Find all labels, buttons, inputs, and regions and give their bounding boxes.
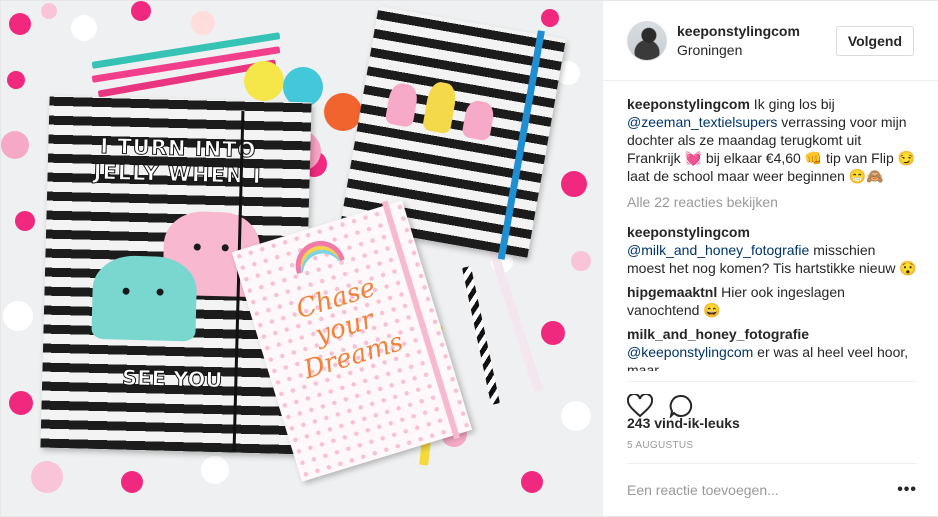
confetti [71,15,97,41]
confetti [561,401,591,431]
confetti [7,71,25,89]
post-header: keeponstylingcom Groningen Volgend [603,1,938,81]
notebook-strap [497,30,545,260]
confetti [541,9,559,27]
eraser [244,61,284,101]
comments-list[interactable]: keeponstylingcom Ik ging los bij @zeeman… [627,95,917,371]
cactus-pot [421,80,459,135]
pencil [462,266,500,405]
confetti [9,391,33,415]
cactus-pot [384,81,420,128]
post-photo[interactable]: I TURN INTO JELLY WHEN I SEE YOU Chase y… [1,1,602,516]
post-author: keeponstylingcom Groningen [677,23,836,58]
confetti [41,3,57,19]
comment-username[interactable]: hipgemaaktnl [627,284,717,300]
confetti [3,301,33,331]
confetti [9,13,31,35]
avatar[interactable] [627,20,667,61]
comment: milk_and_honey_fotografie @keeponstyling… [627,326,909,371]
comment-mention[interactable]: @milk_and_honey_fotografie [627,242,809,258]
notebook-footer: SEE YOU [121,365,223,393]
cactus-group [384,54,515,144]
confetti [571,251,591,271]
caption-mention[interactable]: @zeeman_textielsupers [627,114,777,130]
add-comment-section: ••• [627,463,917,515]
confetti [201,456,229,484]
more-options-icon[interactable]: ••• [897,481,917,499]
rainbow-icon [289,234,345,275]
post-location[interactable]: Groningen [677,42,836,58]
confetti [1,131,29,159]
post-frame: I TURN INTO JELLY WHEN I SEE YOU Chase y… [0,0,938,517]
post-sidebar: keeponstylingcom Groningen Volgend keepo… [602,1,938,516]
cactus-pot [461,99,496,142]
likes-count[interactable]: 243 vind-ik-leuks [627,415,740,431]
eraser [324,93,362,131]
follow-button[interactable]: Volgend [835,25,914,56]
comment: hipgemaaktnl Hier ook ingeslagen vanocht… [627,284,845,318]
confetti [191,11,215,35]
mint-jelly [91,254,198,342]
caption-username[interactable]: keeponstylingcom [627,96,750,112]
confetti [15,211,35,231]
confetti [131,1,151,21]
add-comment-input[interactable] [627,481,877,498]
caption: keeponstylingcom Ik ging los bij @zeeman… [627,96,916,184]
comment-username[interactable]: milk_and_honey_fotografie [627,326,809,342]
comment-username[interactable]: keeponstylingcom [627,224,750,240]
notebook-script: Chase your Dreams [292,272,407,386]
author-username[interactable]: keeponstylingcom [677,23,836,39]
confetti [31,461,63,493]
confetti [561,171,587,197]
comment: keeponstylingcom @milk_and_honey_fotogra… [627,224,917,276]
comment-mention[interactable]: @keeponstylingcom [627,344,753,360]
confetti [521,471,543,493]
view-all-comments-link[interactable]: Alle 22 reacties bekijken [627,193,917,211]
post-date: 5 AUGUSTUS [627,440,694,451]
confetti [541,321,565,345]
confetti [121,471,143,493]
